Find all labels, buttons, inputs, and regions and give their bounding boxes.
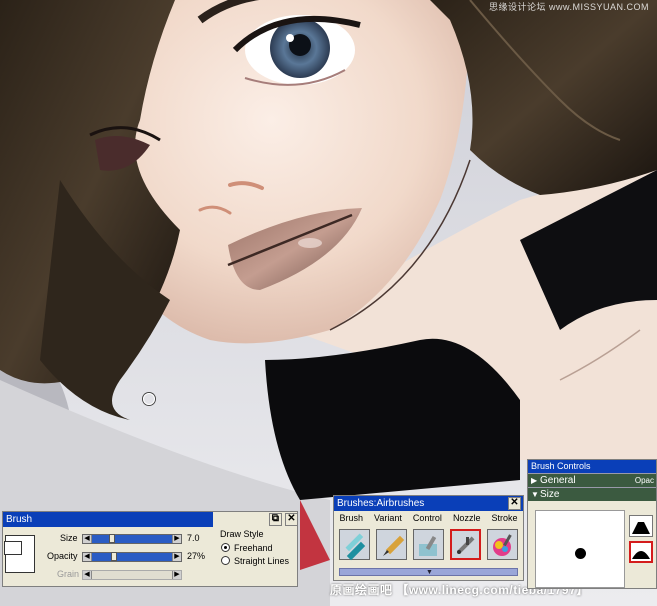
brush-strip-scroller[interactable]: ▼ — [339, 568, 518, 576]
size-value: 7.0 — [187, 533, 200, 543]
soft-tip-icon — [632, 551, 650, 559]
airbrush-1-icon — [345, 533, 366, 561]
size-increase-icon[interactable]: ▶ — [172, 535, 181, 543]
brush-bar-header-right: ⧉ ✕ — [213, 512, 298, 527]
draw-style-group: Draw Style Freehand Straight Lines — [218, 527, 298, 585]
size-slider-fill — [83, 535, 181, 543]
size-decrease-icon[interactable]: ◀ — [83, 535, 92, 543]
strip-expand-icon[interactable]: ▼ — [426, 569, 433, 576]
straight-lines-option[interactable]: Straight Lines — [221, 555, 289, 566]
airbrush-5-icon — [493, 534, 512, 556]
brush-variant-row — [339, 529, 518, 563]
draw-style-label: Draw Style — [220, 529, 264, 539]
airbrush-variant-1-button[interactable] — [339, 529, 370, 561]
opacity-label: Opacity — [47, 551, 78, 561]
freehand-label: Freehand — [234, 542, 273, 553]
tab-nozzle[interactable]: Nozzle — [453, 513, 481, 525]
collapse-triangle-icon: ▼ — [531, 490, 539, 499]
opacity-slider-thumb[interactable] — [110, 552, 117, 561]
brushes-title[interactable]: Brushes:Airbrushes — [334, 496, 523, 511]
section-general[interactable]: ▶ General Opac — [528, 473, 656, 487]
close-icon[interactable]: ✕ — [285, 513, 298, 526]
sharp-tip-button[interactable] — [629, 515, 653, 537]
opacity-decrease-icon[interactable]: ◀ — [83, 553, 92, 561]
airbrush-variant-2-button[interactable] — [376, 529, 407, 560]
opacity-value: 27% — [187, 551, 206, 561]
watermark-top: 思缘设计论坛 www.MISSYUAN.COM — [488, 2, 649, 12]
size-slider[interactable]: ◀ ▶ — [82, 534, 182, 544]
straight-lines-radio[interactable] — [221, 556, 230, 565]
size-slider-thumb[interactable] — [109, 534, 115, 543]
airbrush-variant-4-button[interactable] — [450, 529, 481, 560]
brush-controls-palette: Brush Controls ▶ General Opac ▼ Size — [527, 459, 657, 589]
section-size[interactable]: ▼ Size — [528, 487, 656, 501]
opacity-slider-fill — [83, 553, 181, 561]
brushes-close-icon[interactable]: ✕ — [508, 497, 521, 510]
airbrush-variant-3-button[interactable] — [413, 529, 444, 560]
straight-lines-label: Straight Lines — [234, 555, 290, 566]
brushes-tabs: Brush Variant Control Nozzle Stroke — [334, 513, 523, 525]
grain-decrease-icon: ◀ — [83, 571, 92, 579]
brushes-palette: Brushes:Airbrushes ✕ Brush Variant Contr… — [333, 495, 524, 581]
brush-swatch[interactable] — [4, 535, 35, 573]
brush-property-bar: Brush ⧉ ✕ Size ◀ ▶ 7.0 Opacity ◀ ▶ 27% G… — [2, 511, 298, 587]
grain-label: Grain — [57, 569, 80, 579]
grain-increase-icon: ▶ — [172, 571, 181, 579]
airbrush-4-icon — [457, 536, 475, 554]
size-preview-dot — [575, 548, 586, 559]
opacity-slider[interactable]: ◀ ▶ — [82, 552, 182, 562]
dock-icon[interactable]: ⧉ — [269, 513, 282, 526]
brush-bar-title[interactable]: Brush — [3, 512, 213, 527]
brush-swatch-inner — [4, 541, 22, 555]
brush-cursor-icon — [143, 393, 155, 405]
grain-slider: ◀ ▶ — [82, 570, 182, 580]
soft-tip-button[interactable] — [629, 541, 653, 563]
freehand-option[interactable]: Freehand — [221, 542, 273, 553]
tab-brush[interactable]: Brush — [340, 513, 364, 525]
section-size-label: Size — [540, 489, 560, 500]
brush-controls-title[interactable]: Brush Controls — [528, 460, 656, 473]
airbrush-3-icon — [419, 535, 437, 556]
tab-stroke[interactable]: Stroke — [491, 513, 517, 525]
airbrush-2-icon — [383, 535, 405, 556]
tab-control[interactable]: Control — [413, 513, 442, 525]
sharp-tip-icon — [632, 522, 650, 534]
size-label: Size — [60, 533, 78, 543]
airbrush-variant-5-button[interactable] — [487, 529, 518, 560]
tab-variant[interactable]: Variant — [374, 513, 402, 525]
size-preview — [535, 510, 625, 588]
expand-triangle-icon: ▶ — [531, 476, 538, 485]
general-extra-label: Opac — [634, 476, 654, 485]
section-general-label: General — [540, 475, 576, 486]
freehand-radio[interactable] — [221, 543, 230, 552]
opacity-increase-icon[interactable]: ▶ — [172, 553, 181, 561]
